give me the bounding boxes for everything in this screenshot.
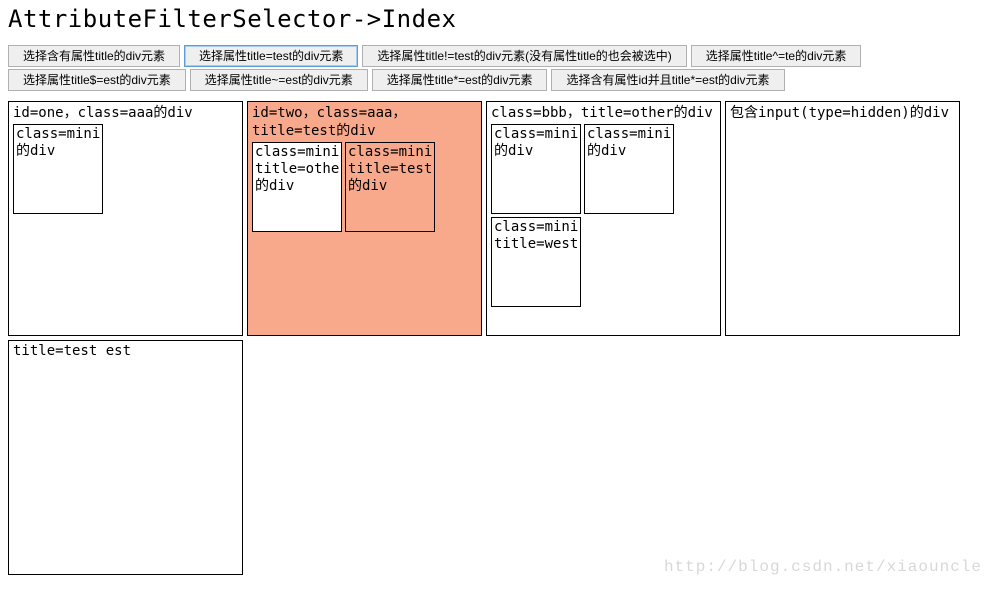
btn-title-starts-te[interactable]: 选择属性title^=te的div元素 xyxy=(691,45,862,67)
box-last-label: title=test est xyxy=(13,343,238,359)
watermark: http://blog.csdn.net/xiaouncle xyxy=(664,558,982,576)
page-title: AttributeFilterSelector->Index xyxy=(8,5,982,33)
box-three-child-2: class=mini，title=west xyxy=(491,217,581,307)
box-three: class=bbb，title=other的div class=mini的div… xyxy=(486,101,721,336)
box-three-child-1: class=mini的div xyxy=(584,124,674,214)
box-one: id=one，class=aaa的div class=mini的div xyxy=(8,101,243,336)
btn-title-word-est[interactable]: 选择属性title~=est的div元素 xyxy=(190,69,368,91)
boxes-row-1: id=one，class=aaa的div class=mini的div id=t… xyxy=(8,101,982,336)
btn-title-ends-est[interactable]: 选择属性title$=est的div元素 xyxy=(8,69,186,91)
btn-title-ne-test[interactable]: 选择属性title!=test的div元素(没有属性title的也会被选中) xyxy=(362,45,686,67)
box-two-label: id=two，class=aaa，title=test的div xyxy=(252,104,477,140)
box-two: id=two，class=aaa，title=test的div class=mi… xyxy=(247,101,482,336)
btn-title-eq-test[interactable]: 选择属性title=test的div元素 xyxy=(184,45,358,67)
box-four: 包含input(type=hidden)的div xyxy=(725,101,960,336)
btn-has-title[interactable]: 选择含有属性title的div元素 xyxy=(8,45,180,67)
box-one-label: id=one，class=aaa的div xyxy=(13,104,238,122)
box-four-label: 包含input(type=hidden)的div xyxy=(730,104,955,122)
btn-title-contains-est[interactable]: 选择属性title*=est的div元素 xyxy=(372,69,548,91)
btn-id-and-title-contains-est[interactable]: 选择含有属性id并且title*=est的div元素 xyxy=(551,69,784,91)
boxes-row-2: title=test est xyxy=(8,340,982,575)
box-two-child-1: class=mini，title=test的div xyxy=(345,142,435,232)
box-two-child-0: class=mini，title=other的div xyxy=(252,142,342,232)
box-one-child-0: class=mini的div xyxy=(13,124,103,214)
box-three-label: class=bbb，title=other的div xyxy=(491,104,716,122)
box-three-child-0: class=mini的div xyxy=(491,124,581,214)
box-two-children: class=mini，title=other的div class=mini，ti… xyxy=(252,142,477,232)
box-one-children: class=mini的div xyxy=(13,124,238,214)
button-row-2: 选择属性title$=est的div元素 选择属性title~=est的div元… xyxy=(8,69,982,91)
box-three-children: class=mini的div class=mini的div class=mini… xyxy=(491,124,716,307)
box-last: title=test est xyxy=(8,340,243,575)
button-row-1: 选择含有属性title的div元素 选择属性title=test的div元素 选… xyxy=(8,45,982,67)
